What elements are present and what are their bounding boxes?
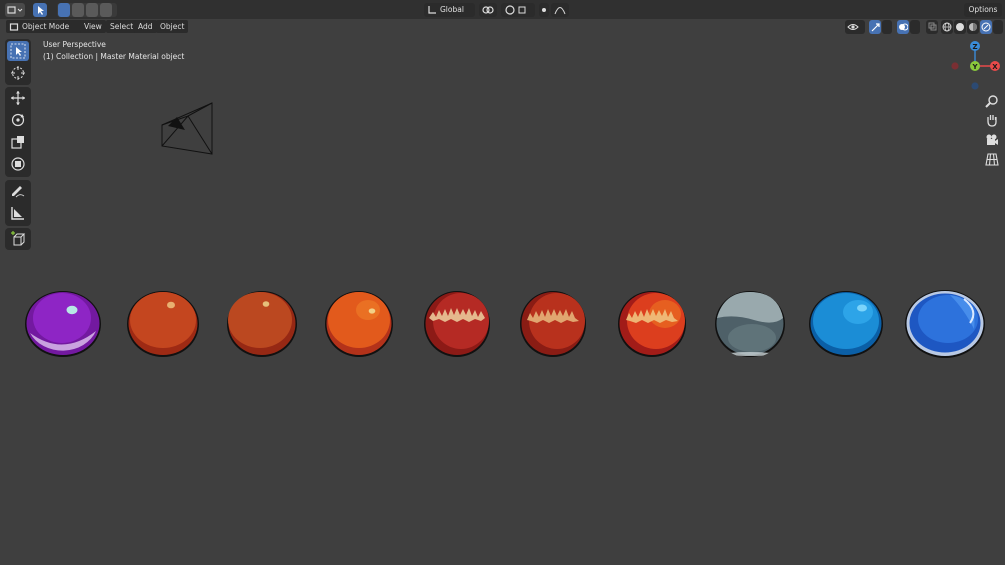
navigation-gizmo[interactable]: Z X Y <box>948 38 1004 94</box>
rendered-sphere-icon <box>981 22 991 32</box>
mode-label: Object Mode <box>22 22 70 31</box>
top-header: Global Options <box>0 0 1005 19</box>
move-tool[interactable] <box>7 88 29 108</box>
sphere-orange[interactable] <box>324 290 394 358</box>
gizmo-z-label: Z <box>972 43 977 51</box>
falloff-curve-icon <box>554 7 566 15</box>
orientation-label: Global <box>440 5 464 14</box>
select-intersect-button[interactable] <box>100 3 112 17</box>
eye-icon <box>847 24 859 30</box>
gizmo-neg-x[interactable] <box>951 62 959 70</box>
cursor-tool[interactable] <box>7 63 29 83</box>
rotate-icon <box>11 113 25 127</box>
pivot-point-dropdown[interactable] <box>479 3 497 17</box>
add-cube-icon <box>11 231 26 246</box>
gizmo-dropdown[interactable] <box>882 20 892 34</box>
menu-view[interactable]: View <box>80 20 106 33</box>
gizmo-arrows-icon <box>871 23 880 32</box>
magnet-icon <box>505 5 526 15</box>
transform-tool[interactable] <box>7 154 29 174</box>
selection-modes-group <box>57 3 117 17</box>
shading-solid-button[interactable] <box>954 20 966 34</box>
gizmo-x-label: X <box>992 63 998 71</box>
editor-type-button[interactable] <box>5 3 25 17</box>
menu-object[interactable]: Object <box>156 20 189 33</box>
options-dropdown[interactable]: Options <box>964 3 1002 17</box>
xray-icon <box>928 22 937 31</box>
sphere-orange-red-2[interactable] <box>226 290 298 358</box>
toolbar-group-add <box>5 228 31 250</box>
select-subtract-button[interactable] <box>86 3 98 17</box>
object-mode-icon <box>9 23 19 31</box>
select-new-button[interactable] <box>58 3 70 17</box>
material-sphere-icon <box>969 23 977 31</box>
sphere-red-fur-3[interactable] <box>617 290 687 358</box>
xray-toggle[interactable] <box>926 20 938 34</box>
measure-tool[interactable] <box>7 203 29 223</box>
menu-object-label: Object <box>160 22 185 31</box>
measure-ruler-icon <box>11 207 24 220</box>
add-cube-tool[interactable] <box>7 229 29 249</box>
scale-tool[interactable] <box>7 132 29 152</box>
perspective-grid-icon[interactable] <box>984 151 1000 167</box>
proportional-edit-toggle[interactable] <box>539 3 549 17</box>
toolbar-group-annotate <box>5 180 31 226</box>
toolbar-group-transform <box>5 87 31 177</box>
viewport-header: Object Mode View Select Add Object <box>0 19 1005 34</box>
proportional-falloff-dropdown[interactable] <box>551 3 569 17</box>
menu-select-label: Select <box>110 22 134 31</box>
toolbar-group-select <box>5 39 31 85</box>
sphere-blue-2[interactable] <box>904 289 986 359</box>
gizmo-neg-z[interactable] <box>971 82 979 90</box>
visibility-dropdown[interactable] <box>845 20 865 34</box>
zoom-icon[interactable] <box>984 93 1000 109</box>
overlays-dropdown[interactable] <box>910 20 920 34</box>
shading-rendered-button[interactable] <box>980 20 992 34</box>
shading-wireframe-button[interactable] <box>941 20 953 34</box>
cursor-icon <box>11 66 25 80</box>
menu-add-label: Add <box>138 22 153 31</box>
gizmo-toggle[interactable] <box>869 20 881 34</box>
sphere-purple[interactable] <box>23 289 103 359</box>
move-icon <box>11 91 25 105</box>
collection-info: (1) Collection | Master Material object <box>43 52 185 61</box>
shading-dropdown[interactable] <box>993 20 1003 34</box>
camera-object[interactable] <box>158 100 216 158</box>
sphere-orange-red-1[interactable] <box>126 290 200 358</box>
scale-icon <box>11 136 24 149</box>
options-label: Options <box>968 5 998 14</box>
menu-view-label: View <box>84 22 102 31</box>
pointer-icon <box>38 6 44 15</box>
select-extend-button[interactable] <box>72 3 84 17</box>
shading-material-button[interactable] <box>967 20 979 34</box>
select-box-tool[interactable] <box>7 41 29 61</box>
orientation-icon <box>428 6 436 14</box>
sphere-red-fur-2[interactable] <box>519 290 587 358</box>
select-box-icon <box>10 43 26 59</box>
rotate-tool[interactable] <box>7 110 29 130</box>
transform-icon <box>11 157 25 171</box>
menu-add[interactable]: Add <box>134 20 157 33</box>
select-mode-button[interactable] <box>33 3 47 17</box>
menu-select[interactable]: Select <box>106 20 138 33</box>
sphere-red-fur-1[interactable] <box>423 290 491 358</box>
mode-dropdown[interactable]: Object Mode <box>6 20 90 33</box>
overlay-circles-icon <box>899 23 908 31</box>
circle-dot-icon <box>542 8 546 12</box>
pan-hand-icon[interactable] <box>984 112 1000 128</box>
solid-sphere-icon <box>956 23 964 31</box>
annotate-tool[interactable] <box>7 181 29 201</box>
link-icon <box>482 6 494 14</box>
gizmo-y-label: Y <box>971 63 978 71</box>
wireframe-sphere-icon <box>942 22 952 32</box>
annotate-pencil-icon <box>12 186 25 198</box>
overlays-toggle[interactable] <box>897 20 909 34</box>
view-name: User Perspective <box>43 40 106 49</box>
sphere-blue-1[interactable] <box>808 290 884 358</box>
sphere-grey-glass[interactable] <box>714 290 786 358</box>
snapping-dropdown[interactable] <box>501 3 535 17</box>
transform-orientation-dropdown[interactable]: Global <box>424 3 475 17</box>
editor-type-icon <box>7 6 23 14</box>
camera-view-icon[interactable] <box>984 132 1000 148</box>
